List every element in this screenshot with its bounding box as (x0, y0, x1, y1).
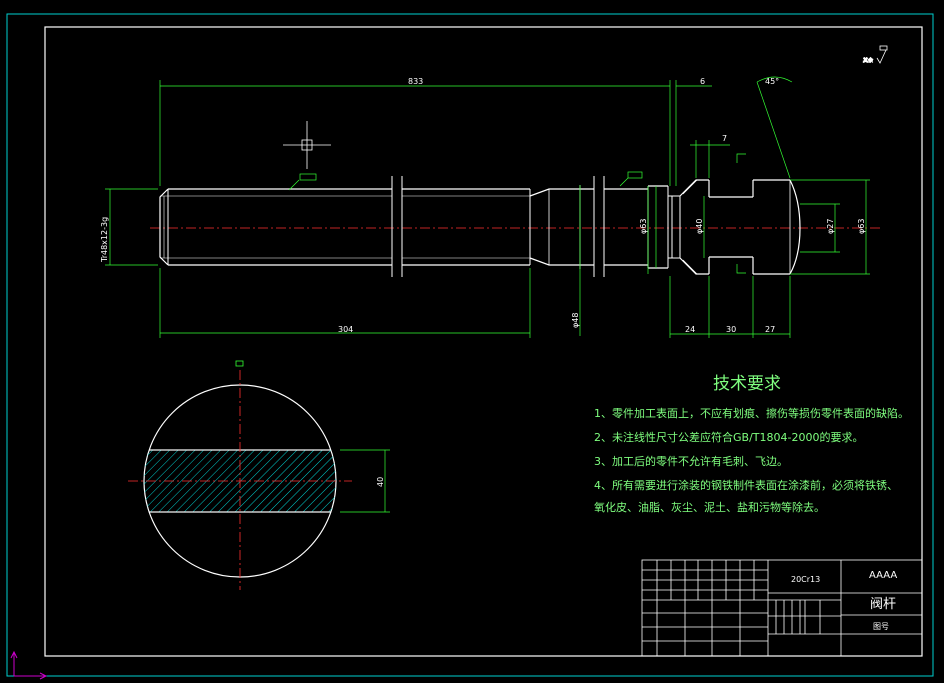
dim-groove-width: 7 (722, 134, 727, 143)
dim-shank-diameter: φ48 (571, 313, 580, 328)
tech-req-line-2: 2、未注线性尺寸公差应符合GB/T1804-2000的要求。 (594, 430, 863, 444)
dim-diameter-left: φ63 (639, 219, 648, 234)
section-view (128, 360, 390, 590)
dim-overall-length: 833 (408, 77, 423, 86)
crosshair-cursor-icon (283, 121, 331, 169)
dim-thread-spec: Tr48x12-3g (100, 217, 109, 263)
part-name: 阀杆 (870, 597, 896, 612)
tech-req-line-3: 3、加工后的零件不允许有毛刺、飞边。 (594, 454, 788, 468)
shaft-view (150, 176, 880, 277)
dim-chamfer-angle: 45° (765, 77, 779, 86)
dim-end-gap: 6 (700, 77, 705, 86)
dim-thread-length: 304 (338, 325, 353, 334)
tech-req-title: 技术要求 (713, 374, 781, 394)
dimension-labels: 833 6 45° 7 304 Tr48x12-3g φ48 φ63 φ40 φ… (100, 77, 866, 487)
dim-diameter-groove: φ40 (695, 219, 704, 234)
dim-diameter-tip: φ27 (826, 219, 835, 234)
dim-seg1: 24 (685, 325, 695, 334)
tech-req-line-1: 1、零件加工表面上，不应有划痕、擦伤等损伤零件表面的缺陷。 (594, 406, 909, 420)
material-label: 20Cr13 (791, 575, 820, 584)
company-label: AAAA (869, 570, 897, 581)
tech-req-line-4: 4、所有需要进行涂装的钢铁制件表面在涂漆前，必须将铁锈、 (594, 478, 898, 492)
dimension-lines (105, 76, 870, 338)
tech-req-line-5: 氧化皮、油脂、灰尘、泥土、盐和污物等除去。 (594, 500, 825, 514)
dim-section-height: 40 (376, 477, 385, 487)
technical-requirements: 技术要求 1、零件加工表面上，不应有划痕、擦伤等损伤零件表面的缺陷。 2、未注线… (594, 374, 909, 514)
dim-seg3: 27 (765, 325, 775, 334)
inner-frame (44, 26, 923, 657)
title-block-text: 20Cr13 AAAA 阀杆 图号 (791, 570, 897, 631)
drawing-no-label: 图号 (873, 622, 889, 631)
cad-drawing: 其余 833 6 45° 7 304 Tr48x12-3g φ48 φ63 φ4… (6, 13, 934, 680)
roughness-symbol-icon: 其余 (863, 45, 888, 64)
ucs-axis-icon (10, 650, 48, 680)
svg-text:其余: 其余 (863, 57, 873, 64)
dim-seg2: 30 (726, 325, 736, 334)
dim-diameter-right: φ63 (857, 219, 866, 234)
